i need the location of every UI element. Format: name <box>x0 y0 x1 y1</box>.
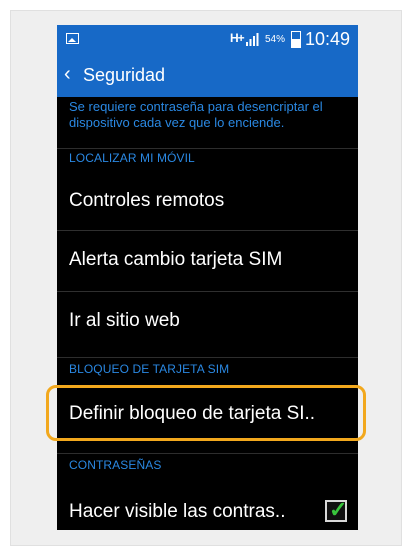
section-bloqueo-sim: BLOQUEO DE TARJETA SIM <box>69 362 230 376</box>
section-divider <box>57 453 358 454</box>
list-item-definir-bloqueo-sim[interactable]: Definir bloqueo de tarjeta SI.. <box>57 385 358 443</box>
list-item-sitio-web[interactable]: Ir al sitio web <box>57 292 358 350</box>
section-divider <box>57 357 358 358</box>
list-item-hacer-visible-contrasenas[interactable]: Hacer visible las contras.. ✓ <box>57 483 358 530</box>
item-label: Hacer visible las contras.. <box>69 501 286 522</box>
section-localizar: LOCALIZAR MI MÓVIL <box>69 151 195 165</box>
phone-screen: H+ 54% 10:49 ‹ Seguridad Se requiere con… <box>57 25 358 530</box>
item-label: Controles remotos <box>69 190 225 211</box>
status-bar: H+ 54% 10:49 <box>57 25 358 55</box>
list-item-controles-remotos[interactable]: Controles remotos <box>57 172 358 230</box>
back-arrow-icon[interactable]: ‹ <box>64 63 71 86</box>
battery-percentage: 54% <box>265 34 286 45</box>
section-divider <box>57 148 358 149</box>
network-type: H+ <box>230 31 245 45</box>
list-item-alerta-sim[interactable]: Alerta cambio tarjeta SIM <box>57 231 358 289</box>
description-text: Se requiere contraseña para desencriptar… <box>69 99 323 130</box>
item-label: Alerta cambio tarjeta SIM <box>69 249 283 270</box>
signal-icon <box>246 33 259 46</box>
item-label: Definir bloqueo de tarjeta SI.. <box>69 403 316 424</box>
page-title: Seguridad <box>83 65 166 85</box>
status-time: 10:49 <box>305 29 351 49</box>
section-contrasenas: CONTRASEÑAS <box>69 458 162 472</box>
action-bar: ‹ Seguridad <box>57 55 358 97</box>
image-icon <box>66 33 79 44</box>
check-icon: ✓ <box>329 497 348 522</box>
checkbox[interactable]: ✓ <box>325 497 348 522</box>
battery-icon <box>291 31 301 48</box>
item-label: Ir al sitio web <box>69 310 180 331</box>
